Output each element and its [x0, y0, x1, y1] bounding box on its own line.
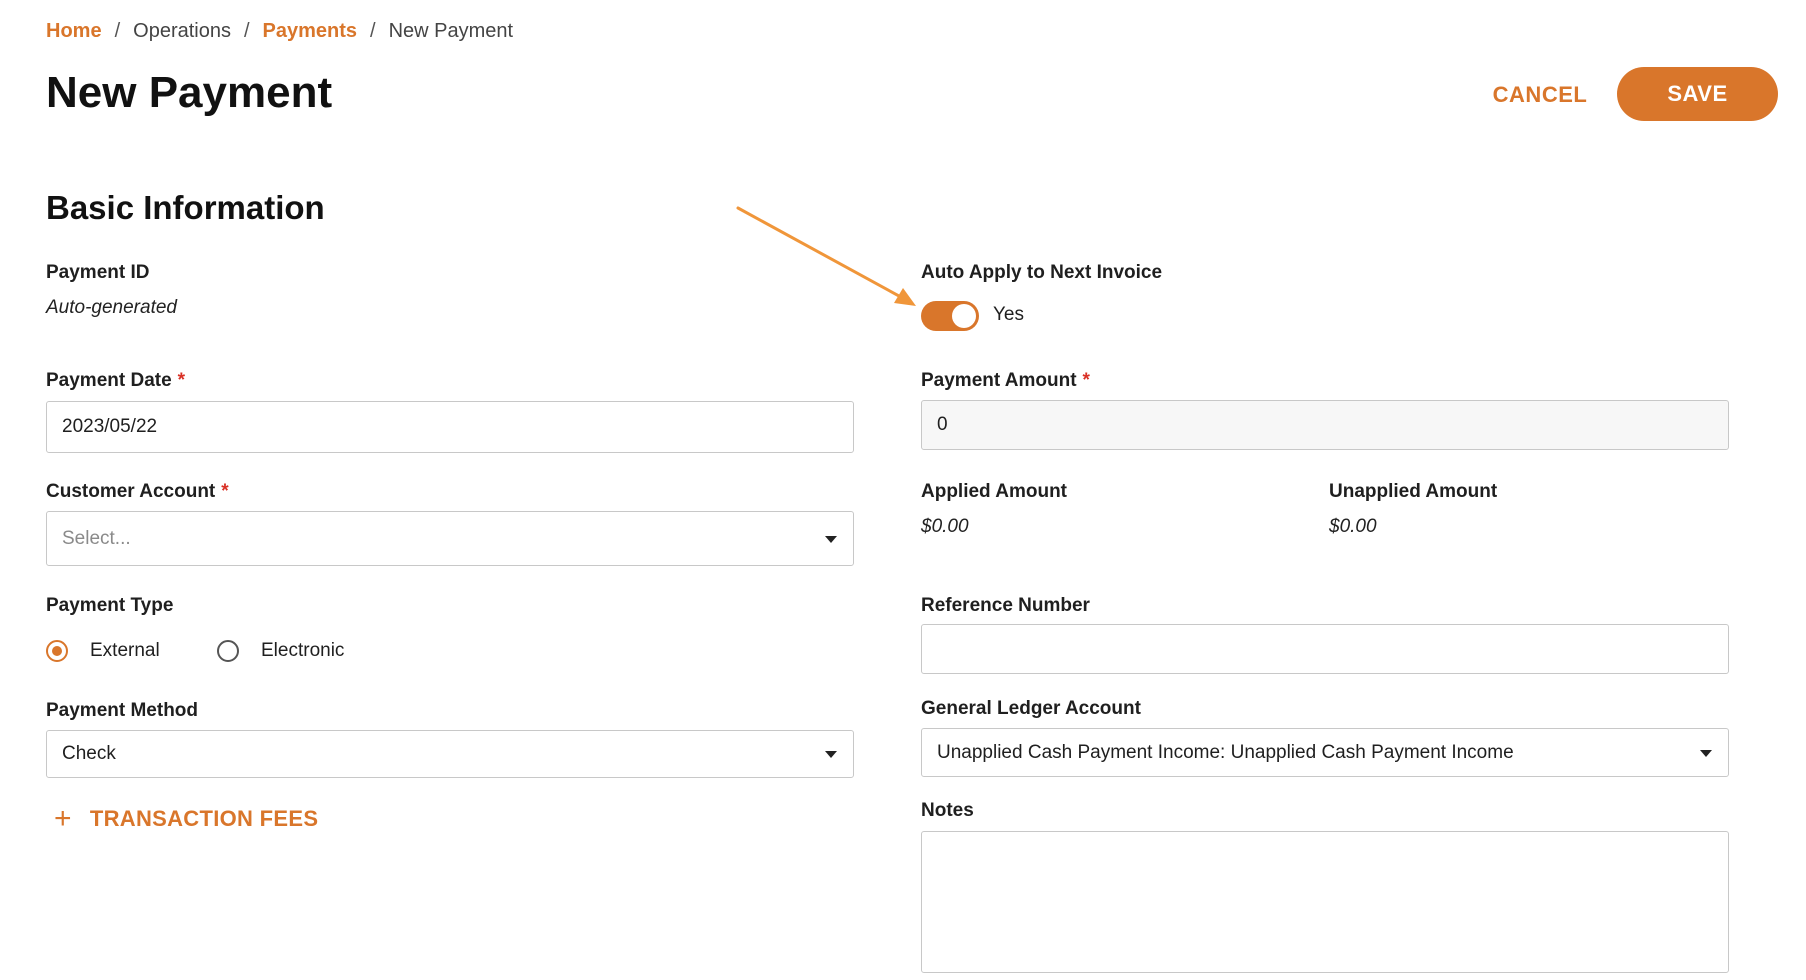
- payment-date-input[interactable]: 2023/05/22: [46, 401, 854, 453]
- plus-icon: +: [54, 802, 72, 835]
- breadcrumb-separator: /: [370, 20, 376, 42]
- chevron-down-icon: [825, 535, 837, 543]
- unapplied-amount-value: $0.00: [1329, 516, 1377, 537]
- breadcrumb-payments-link[interactable]: Payments: [263, 20, 358, 43]
- breadcrumb-current: New Payment: [388, 20, 514, 42]
- general-ledger-account-select[interactable]: Unapplied Cash Payment Income: Unapplied…: [921, 728, 1729, 777]
- payment-type-electronic-label: Electronic: [261, 640, 345, 661]
- payment-date-value: 2023/05/22: [62, 416, 158, 437]
- required-mark: *: [1082, 370, 1090, 391]
- payment-date-label-text: Payment Date: [46, 370, 172, 391]
- page-title: New Payment: [46, 68, 333, 117]
- payment-type-external-label: External: [90, 640, 160, 661]
- payment-id-value: Auto-generated: [46, 297, 177, 318]
- breadcrumb-separator: /: [243, 20, 250, 42]
- payment-type-electronic-radio[interactable]: [217, 640, 239, 662]
- reference-number-label: Reference Number: [921, 595, 1090, 616]
- required-mark: *: [221, 481, 229, 502]
- unapplied-amount-label: Unapplied Amount: [1329, 481, 1498, 502]
- payment-date-label: Payment Date *: [46, 369, 185, 393]
- payment-method-select[interactable]: Check: [46, 730, 854, 778]
- payment-amount-label: Payment Amount *: [921, 369, 1090, 393]
- customer-account-select[interactable]: Select...: [46, 511, 854, 566]
- cancel-button[interactable]: CANCEL: [1480, 74, 1600, 116]
- customer-account-placeholder: Select...: [62, 527, 131, 549]
- applied-amount-label: Applied Amount: [921, 481, 1067, 502]
- chevron-down-icon: [1700, 749, 1712, 757]
- breadcrumb-operations: Operations: [133, 20, 231, 42]
- payment-type-label: Payment Type: [46, 595, 174, 616]
- notes-textarea[interactable]: [921, 831, 1729, 973]
- auto-apply-label: Auto Apply to Next Invoice: [921, 262, 1163, 283]
- breadcrumb-separator: /: [114, 20, 121, 42]
- payment-id-label: Payment ID: [46, 262, 150, 283]
- applied-amount-value: $0.00: [921, 516, 969, 537]
- chevron-down-icon: [825, 751, 837, 758]
- required-mark: *: [177, 370, 186, 391]
- notes-label: Notes: [921, 800, 974, 821]
- general-ledger-account-value: Unapplied Cash Payment Income: Unapplied…: [937, 741, 1514, 763]
- payment-amount-value: 0: [937, 414, 948, 435]
- breadcrumb: Home / Operations / Payments / New Payme…: [46, 20, 513, 43]
- toggle-knob: [952, 304, 976, 328]
- general-ledger-account-label: General Ledger Account: [921, 698, 1141, 719]
- section-title: Basic Information: [46, 189, 325, 226]
- auto-apply-state-text: Yes: [993, 304, 1024, 325]
- payment-type-external-radio[interactable]: [46, 640, 68, 662]
- reference-number-input[interactable]: [921, 624, 1729, 674]
- payment-method-label: Payment Method: [46, 700, 199, 721]
- customer-account-label: Customer Account *: [46, 480, 229, 504]
- payment-amount-label-text: Payment Amount: [921, 370, 1077, 391]
- customer-account-label-text: Customer Account: [46, 481, 216, 502]
- transaction-fees-label: TRANSACTION FEES: [89, 806, 319, 831]
- payment-amount-input[interactable]: 0: [921, 400, 1729, 450]
- payment-method-value: Check: [62, 743, 116, 764]
- save-button[interactable]: SAVE: [1617, 67, 1778, 121]
- breadcrumb-home-link[interactable]: Home: [46, 20, 102, 43]
- arrow-annotation-icon: [736, 206, 916, 306]
- add-transaction-fees-button[interactable]: + TRANSACTION FEES: [54, 802, 319, 835]
